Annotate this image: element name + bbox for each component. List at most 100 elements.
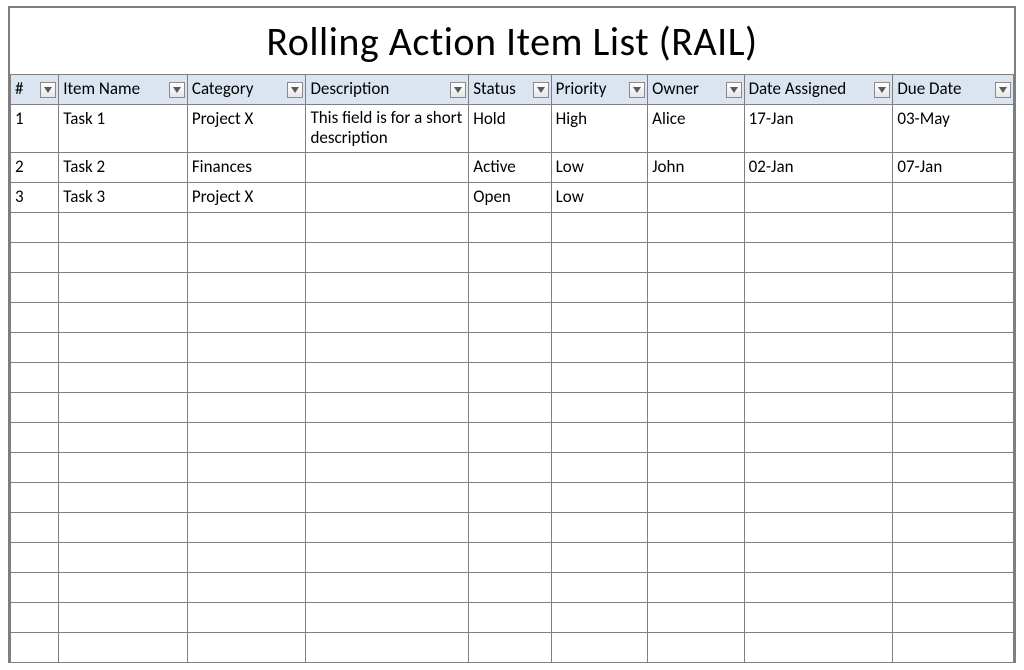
cell-empty[interactable] bbox=[744, 393, 893, 423]
cell-empty[interactable] bbox=[893, 303, 1014, 333]
cell-empty[interactable] bbox=[306, 543, 469, 573]
cell-empty[interactable] bbox=[11, 513, 59, 543]
filter-dropdown-icon[interactable] bbox=[287, 82, 303, 98]
cell-empty[interactable] bbox=[744, 573, 893, 603]
cell-empty[interactable] bbox=[469, 273, 551, 303]
cell-empty[interactable] bbox=[11, 303, 59, 333]
cell-empty[interactable] bbox=[893, 393, 1014, 423]
cell-empty[interactable] bbox=[187, 543, 306, 573]
cell-empty[interactable] bbox=[648, 513, 744, 543]
column-header-name[interactable]: Item Name bbox=[59, 75, 188, 105]
cell-empty[interactable] bbox=[551, 543, 647, 573]
cell-empty[interactable] bbox=[187, 303, 306, 333]
cell-category[interactable]: Project X bbox=[187, 183, 306, 213]
cell-empty[interactable] bbox=[648, 633, 744, 663]
column-header-desc[interactable]: Description bbox=[306, 75, 469, 105]
cell-empty[interactable] bbox=[893, 513, 1014, 543]
cell-empty[interactable] bbox=[187, 213, 306, 243]
filter-dropdown-icon[interactable] bbox=[874, 82, 890, 98]
cell-empty[interactable] bbox=[11, 603, 59, 633]
cell-empty[interactable] bbox=[648, 543, 744, 573]
cell-empty[interactable] bbox=[11, 363, 59, 393]
cell-empty[interactable] bbox=[306, 273, 469, 303]
cell-empty[interactable] bbox=[187, 273, 306, 303]
cell-empty[interactable] bbox=[469, 543, 551, 573]
cell-empty[interactable] bbox=[11, 423, 59, 453]
cell-category[interactable]: Project X bbox=[187, 105, 306, 153]
cell-desc[interactable]: This field is for a short description bbox=[306, 105, 469, 153]
cell-name[interactable]: Task 2 bbox=[59, 153, 188, 183]
cell-empty[interactable] bbox=[59, 303, 188, 333]
cell-empty[interactable] bbox=[59, 423, 188, 453]
cell-empty[interactable] bbox=[893, 243, 1014, 273]
column-header-status[interactable]: Status bbox=[469, 75, 551, 105]
cell-empty[interactable] bbox=[469, 333, 551, 363]
cell-empty[interactable] bbox=[11, 633, 59, 663]
cell-empty[interactable] bbox=[306, 423, 469, 453]
cell-empty[interactable] bbox=[59, 573, 188, 603]
cell-empty[interactable] bbox=[187, 393, 306, 423]
cell-empty[interactable] bbox=[59, 603, 188, 633]
cell-assigned[interactable]: 02-Jan bbox=[744, 153, 893, 183]
cell-name[interactable]: Task 1 bbox=[59, 105, 188, 153]
cell-empty[interactable] bbox=[893, 573, 1014, 603]
cell-empty[interactable] bbox=[59, 453, 188, 483]
cell-empty[interactable] bbox=[551, 453, 647, 483]
cell-empty[interactable] bbox=[11, 333, 59, 363]
cell-empty[interactable] bbox=[11, 543, 59, 573]
cell-due[interactable]: 03-May bbox=[893, 105, 1014, 153]
cell-empty[interactable] bbox=[59, 513, 188, 543]
cell-empty[interactable] bbox=[59, 393, 188, 423]
cell-category[interactable]: Finances bbox=[187, 153, 306, 183]
filter-dropdown-icon[interactable] bbox=[995, 82, 1011, 98]
cell-empty[interactable] bbox=[306, 573, 469, 603]
cell-empty[interactable] bbox=[551, 273, 647, 303]
cell-empty[interactable] bbox=[187, 633, 306, 663]
cell-empty[interactable] bbox=[306, 213, 469, 243]
cell-empty[interactable] bbox=[551, 573, 647, 603]
cell-empty[interactable] bbox=[744, 363, 893, 393]
cell-empty[interactable] bbox=[744, 303, 893, 333]
cell-empty[interactable] bbox=[648, 453, 744, 483]
cell-empty[interactable] bbox=[469, 423, 551, 453]
cell-priority[interactable]: High bbox=[551, 105, 647, 153]
cell-empty[interactable] bbox=[306, 603, 469, 633]
cell-empty[interactable] bbox=[744, 273, 893, 303]
cell-desc[interactable] bbox=[306, 153, 469, 183]
cell-empty[interactable] bbox=[893, 333, 1014, 363]
cell-empty[interactable] bbox=[893, 453, 1014, 483]
cell-empty[interactable] bbox=[59, 213, 188, 243]
cell-empty[interactable] bbox=[551, 243, 647, 273]
cell-empty[interactable] bbox=[306, 633, 469, 663]
cell-empty[interactable] bbox=[11, 273, 59, 303]
column-header-priority[interactable]: Priority bbox=[551, 75, 647, 105]
cell-num[interactable]: 3 bbox=[11, 183, 59, 213]
cell-empty[interactable] bbox=[744, 213, 893, 243]
cell-empty[interactable] bbox=[187, 453, 306, 483]
cell-empty[interactable] bbox=[187, 573, 306, 603]
cell-empty[interactable] bbox=[469, 513, 551, 543]
cell-priority[interactable]: Low bbox=[551, 183, 647, 213]
cell-owner[interactable]: John bbox=[648, 153, 744, 183]
cell-empty[interactable] bbox=[744, 483, 893, 513]
cell-empty[interactable] bbox=[469, 483, 551, 513]
cell-empty[interactable] bbox=[648, 243, 744, 273]
cell-empty[interactable] bbox=[59, 543, 188, 573]
cell-empty[interactable] bbox=[744, 633, 893, 663]
cell-owner[interactable]: Alice bbox=[648, 105, 744, 153]
cell-empty[interactable] bbox=[306, 363, 469, 393]
cell-due[interactable]: 07-Jan bbox=[893, 153, 1014, 183]
cell-empty[interactable] bbox=[893, 213, 1014, 243]
cell-empty[interactable] bbox=[187, 423, 306, 453]
column-header-category[interactable]: Category bbox=[187, 75, 306, 105]
cell-num[interactable]: 1 bbox=[11, 105, 59, 153]
cell-empty[interactable] bbox=[469, 453, 551, 483]
cell-empty[interactable] bbox=[551, 393, 647, 423]
cell-empty[interactable] bbox=[59, 483, 188, 513]
filter-dropdown-icon[interactable] bbox=[40, 82, 56, 98]
cell-empty[interactable] bbox=[648, 213, 744, 243]
cell-name[interactable]: Task 3 bbox=[59, 183, 188, 213]
cell-empty[interactable] bbox=[744, 423, 893, 453]
cell-empty[interactable] bbox=[893, 423, 1014, 453]
cell-empty[interactable] bbox=[648, 363, 744, 393]
